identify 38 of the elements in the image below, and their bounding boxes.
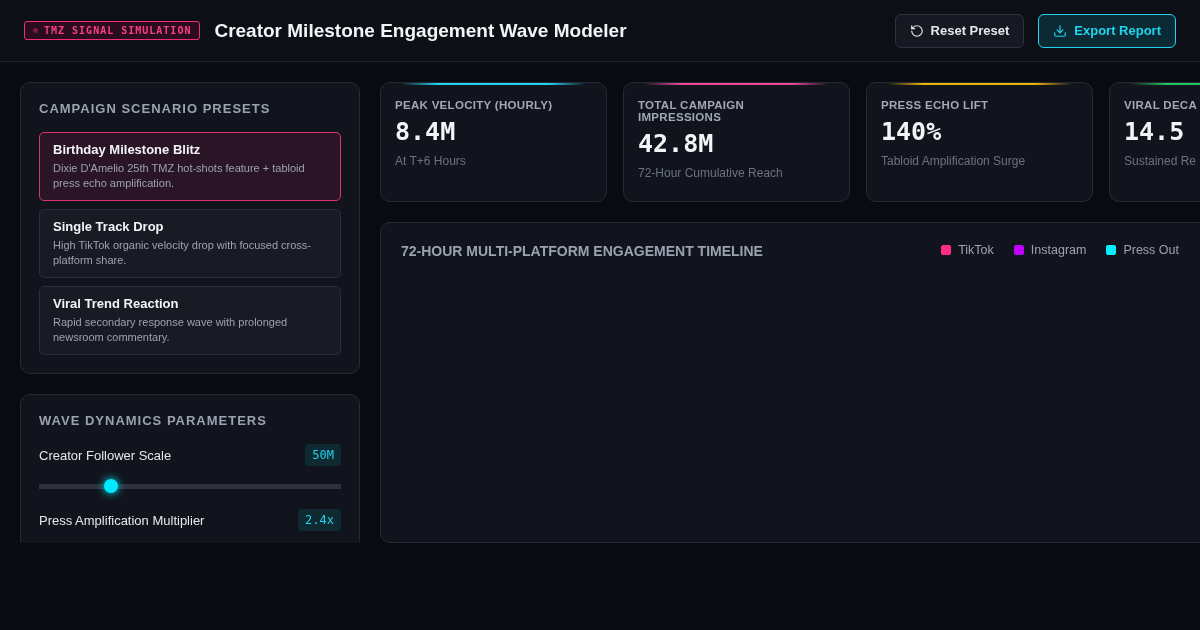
panel-title: WAVE DYNAMICS PARAMETERS <box>39 413 268 428</box>
preset-description: Rapid secondary response wave with prolonged newsroom commentary. <box>53 315 289 345</box>
reset-button[interactable]: Reset Preset <box>894 13 1025 48</box>
parameter-value: 50M <box>305 444 341 466</box>
preset-card[interactable]: Viral Trend Reaction Rapid secondary response wave with prolonged newsroom commentary. <box>39 286 341 355</box>
preset-name: Birthday Milestone Blitz <box>53 142 202 157</box>
metric-caption: At T+6 Hours <box>395 154 467 168</box>
preset-name: Single Track Drop <box>53 219 165 234</box>
metric-value: 140% <box>881 117 943 146</box>
preset-card[interactable]: Birthday Milestone Blitz Dixie D'Amelio 25th TMZ hot-shots feature + tabloid press echo amplification. <box>39 132 341 201</box>
app-title: Creator Milestone Engagement Wave Modeler <box>214 19 628 42</box>
metric-label: VIRAL DECA <box>1124 99 1199 111</box>
metric-caption: Sustained Re <box>1124 154 1198 168</box>
chart-title: 72-HOUR MULTI-PLATFORM ENGAGEMENT TIMELINE <box>401 243 763 259</box>
slider-thumb[interactable] <box>104 479 119 493</box>
metric-value: 8.4M <box>395 117 457 146</box>
preset-description: High TikTok organic velocity drop with focused cross-platform share. <box>53 238 312 268</box>
metric-value: 14.5 <box>1124 117 1186 146</box>
preset-card[interactable]: Single Track Drop High TikTok organic velocity drop with focused cross-platform share. <box>39 209 341 278</box>
metric-caption: Tabloid Amplification Surge <box>881 154 1027 168</box>
metric-label: PEAK VELOCITY (HOURLY) <box>395 99 554 111</box>
metric-label: TOTAL CAMPAIGN IMPRESSIONS <box>638 99 746 123</box>
legend-label: TikTok <box>958 243 994 257</box>
metric-label: PRESS ECHO LIFT <box>881 99 990 111</box>
legend-label: Press Out <box>1123 243 1179 257</box>
parameter-label: Creator Follower Scale <box>39 447 172 463</box>
signal-badge: TMZ SIGNAL SIMULATION <box>24 21 201 40</box>
download-icon <box>1053 23 1068 38</box>
panel-title: CAMPAIGN SCENARIO PRESETS <box>39 101 272 116</box>
parameter-value: 2.4x <box>298 509 341 531</box>
legend-label: Instagram <box>1030 243 1087 257</box>
export-button[interactable]: Export Report <box>1038 13 1176 48</box>
metric-value: 42.8M <box>638 129 715 158</box>
parameter-label: Press Amplification Multiplier <box>39 512 205 528</box>
preset-name: Viral Trend Reaction <box>53 296 180 311</box>
metric-caption: 72-Hour Cumulative Reach <box>638 166 784 180</box>
preset-description: Dixie D'Amelio 25th TMZ hot-shots feature + tabloid press echo amplification. <box>53 161 306 191</box>
reset-icon <box>909 23 924 38</box>
